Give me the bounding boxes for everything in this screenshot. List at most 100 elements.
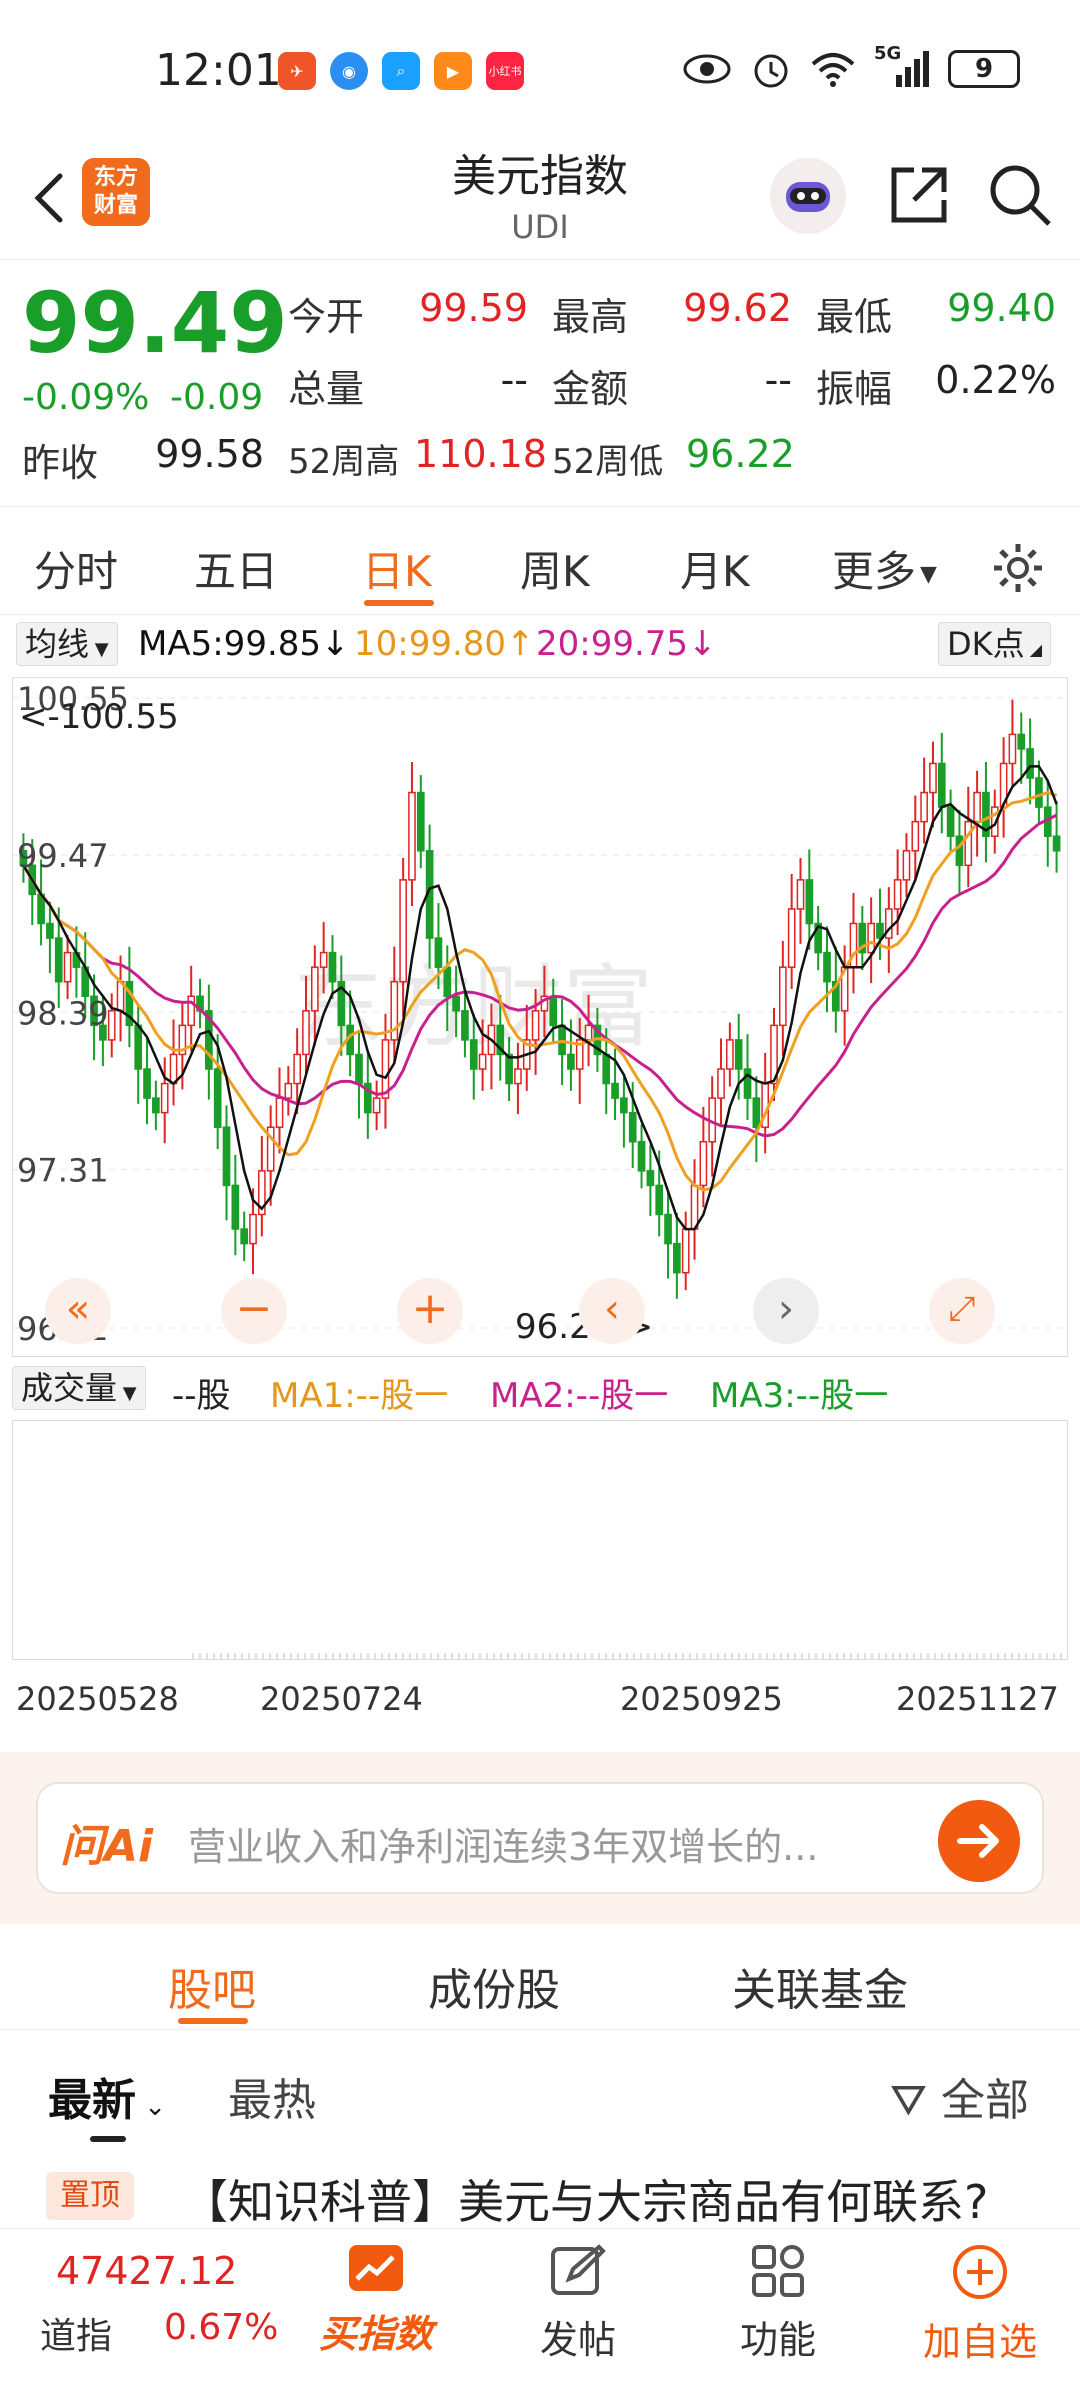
candle-body <box>796 879 805 910</box>
kline-chart[interactable]: 东方财富 100.5599.4798.3997.3196.22 <-100.55… <box>12 677 1068 1357</box>
candle-body <box>416 791 425 852</box>
amount-label: 金额 <box>552 367 629 411</box>
candle-body <box>310 966 319 1012</box>
candle-body <box>805 879 814 925</box>
app-xiaohongshu-icon: 小红书 <box>486 52 524 90</box>
scroll-right-icon[interactable]: › <box>753 1278 819 1344</box>
search-icon[interactable] <box>985 160 1055 230</box>
tab-guba[interactable]: 股吧 <box>168 1954 256 2018</box>
tab-five-day[interactable]: 五日 <box>194 538 278 599</box>
filter-active-underline <box>90 2136 126 2142</box>
ai-assistant-icon[interactable] <box>770 158 846 234</box>
candle-body <box>955 835 964 867</box>
ma20-legend: 20:99.75↓ <box>536 624 717 664</box>
candle-body <box>1052 835 1061 852</box>
pinned-badge: 置顶 <box>46 2172 134 2220</box>
arrow-down-icon: ↓ <box>688 624 717 664</box>
candle-body <box>787 908 796 968</box>
tab-monthly-k[interactable]: 月K <box>680 538 750 599</box>
ai-send-arrow-icon[interactable] <box>938 1800 1020 1882</box>
add-watchlist-button[interactable]: 加自选 <box>910 2243 1050 2366</box>
candle-body <box>284 1082 293 1099</box>
chevron-down-icon: ▼ <box>89 639 109 660</box>
filter-all[interactable]: ⛛ 全部 <box>890 2064 1029 2128</box>
zoom-out-icon[interactable]: − <box>221 1278 287 1344</box>
candle-body <box>628 1111 637 1143</box>
chevron-down-icon: ⌄ <box>136 2092 167 2122</box>
high-value: 99.62 <box>683 286 792 330</box>
candle-body <box>302 1010 310 1056</box>
zoom-in-icon[interactable]: + <box>397 1278 463 1344</box>
scroll-left-fast-icon[interactable]: « <box>45 1278 111 1344</box>
dow-percent: 0.67% <box>164 2307 279 2348</box>
tab-daily-k[interactable]: 日K <box>362 538 432 599</box>
candle-body <box>107 1010 116 1041</box>
volume-legend-bar: 成交量 ▼ --股 MA1:--股一 MA2:--股一 MA3:--股一 <box>0 1362 1080 1416</box>
tab-intraday[interactable]: 分时 <box>34 538 118 599</box>
candle-body <box>920 791 928 823</box>
tab-more[interactable]: 更多 ▼ <box>832 538 937 599</box>
buy-index-button[interactable]: 买指数 <box>306 2243 446 2358</box>
scroll-left-icon[interactable]: ‹ <box>579 1278 645 1344</box>
volume-ma3: MA3:--股一 <box>710 1376 889 1416</box>
pinned-post-title[interactable]: 【知识科普】美元与大宗商品有何联系? <box>182 2166 988 2232</box>
indicator-selector[interactable]: 均线 ▼ <box>16 622 118 666</box>
tab-weekly-k[interactable]: 周K <box>520 538 590 599</box>
function-button[interactable]: 功能 <box>708 2243 848 2364</box>
candle-body <box>240 1228 249 1245</box>
ai-band: 问Ai 营业收入和净利润连续3年双增长的... <box>0 1752 1080 1924</box>
candle-body <box>249 1213 257 1245</box>
candle-body <box>717 1068 725 1099</box>
candle-body <box>620 1097 628 1114</box>
open-value: 99.59 <box>419 286 528 330</box>
candle-body <box>549 995 558 1027</box>
candle-body <box>408 791 416 881</box>
tab-related-funds[interactable]: 关联基金 <box>732 1954 908 2018</box>
candle-body <box>505 1053 513 1085</box>
volume-chart[interactable] <box>12 1420 1068 1660</box>
fullscreen-icon[interactable]: ⤢ <box>929 1278 995 1344</box>
filter-funnel-icon: ⛛ <box>890 2075 941 2126</box>
ma10-value: 10:99.80 <box>354 624 507 664</box>
app-play-icon: ▶ <box>434 52 472 90</box>
tab-more-label: 更多 <box>832 547 917 596</box>
ma5-value: MA5:99.85 <box>138 624 322 664</box>
pinned-post[interactable]: 置顶 【知识科普】美元与大宗商品有何联系? <box>0 2160 1080 2230</box>
indicator-selector-label: 均线 <box>25 625 90 663</box>
candle-body <box>514 1068 522 1085</box>
candle-body <box>637 1141 646 1172</box>
settings-gear-icon[interactable] <box>990 540 1046 596</box>
chevron-down-icon: ▼ <box>920 562 937 587</box>
candle-body <box>699 1141 708 1187</box>
x-tick-2: 20250724 <box>260 1680 423 1718</box>
tab-constituents[interactable]: 成份股 <box>428 1954 560 2018</box>
candle-body <box>752 1097 761 1128</box>
ma-legend-bar: 均线 ▼ MA5:99.85↓ 10:99.80↑ 20:99.75↓ DK点 … <box>0 618 1080 672</box>
eye-icon <box>683 54 731 84</box>
post-label: 发帖 <box>539 2318 616 2362</box>
candle-body <box>1026 748 1034 779</box>
candle-body <box>964 820 973 867</box>
share-icon[interactable] <box>884 160 954 230</box>
app-search-icon: ⌕ <box>382 52 420 90</box>
candle-body <box>1008 733 1017 765</box>
ai-question-text[interactable]: 营业收入和净利润连续3年双增长的... <box>188 1816 908 1871</box>
x-tick-3: 20250925 <box>620 1680 783 1718</box>
filter-hottest[interactable]: 最热 <box>228 2064 316 2128</box>
candle-body <box>823 951 831 983</box>
prev-close-value: 99.58 <box>155 432 264 476</box>
edit-post-icon <box>551 2244 606 2295</box>
amplitude-value: 0.22% <box>935 358 1056 402</box>
candle-body <box>946 806 955 837</box>
candle-body <box>584 1024 593 1041</box>
amplitude-label: 振幅 <box>816 367 893 411</box>
high-label: 最高 <box>552 295 629 339</box>
filter-latest[interactable]: 最新 ⌄ <box>48 2064 166 2128</box>
ai-question-box[interactable]: 问Ai 营业收入和净利润连续3年双增长的... <box>36 1782 1044 1894</box>
volume-selector[interactable]: 成交量 ▼ <box>12 1366 146 1410</box>
kline-chart-svg[interactable]: 东方财富 100.5599.4798.3997.3196.22 <-100.55… <box>13 678 1067 1356</box>
dk-point-button[interactable]: DK点 ◢ <box>938 622 1052 666</box>
candle-body <box>231 1184 240 1230</box>
ai-logo: 问Ai <box>60 1821 154 1872</box>
post-button[interactable]: 发帖 <box>508 2243 648 2364</box>
